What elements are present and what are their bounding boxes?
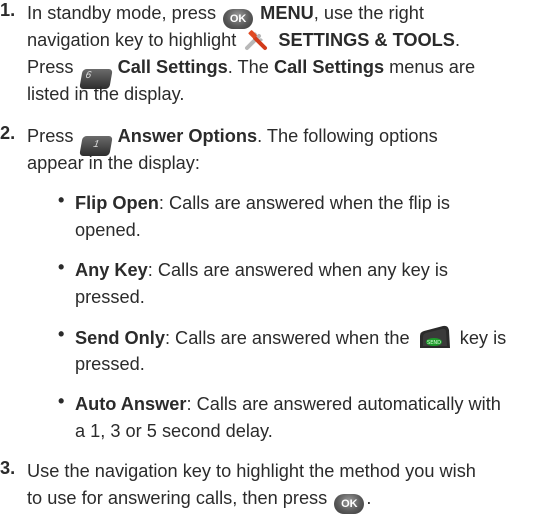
bullet: • [58, 257, 65, 277]
bullet: • [58, 324, 65, 344]
step-3-line-1: Use the navigation key to highlight the … [27, 461, 476, 481]
step-1-line-2: navigation key to highlight SETTINGS & T… [27, 30, 460, 50]
option-name: Send Only [75, 328, 165, 348]
bullet: • [58, 190, 65, 210]
step-number: 1. [0, 0, 16, 20]
option-name: Flip Open [75, 193, 159, 213]
svg-text:SEND: SEND [427, 340, 441, 346]
option-name: Any Key [75, 260, 148, 280]
step-1-line-1: In standby mode, press OK MENU, use the … [27, 0, 424, 29]
settings-tools-icon [245, 30, 268, 50]
bullet: • [58, 391, 65, 411]
ok-key-icon: OK [223, 9, 254, 29]
step-3-line-2: to use for answering calls, then press O… [27, 485, 371, 514]
ok-key-icon: OK [334, 494, 365, 514]
step-2-line-2: appear in the display: [27, 153, 200, 173]
step-1-line-4: listed in the display. [27, 84, 185, 104]
step-number: 3. [0, 458, 16, 478]
option-name: Auto Answer [75, 394, 187, 414]
send-key-icon: SEND [419, 325, 450, 348]
step-number: 2. [0, 123, 16, 143]
